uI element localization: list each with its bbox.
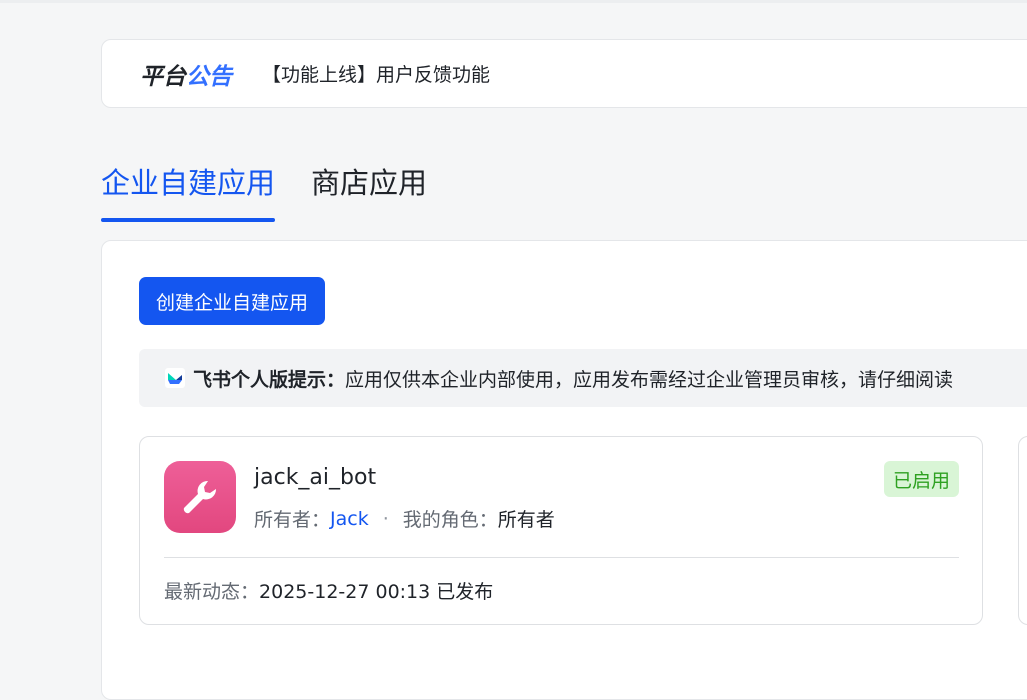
apps-panel: 创建企业自建应用 飞书个人版提示： 应用仅供本企业内部使用，应用发布需经过企业管… <box>101 240 1027 700</box>
announcement-title: 平台公告 <box>140 57 232 91</box>
create-app-button[interactable]: 创建企业自建应用 <box>139 277 326 325</box>
app-name[interactable]: jack_ai_bot <box>254 465 376 490</box>
latest-activity: 最新动态：2025-12-27 00:13 已发布 <box>164 577 493 604</box>
top-edge <box>0 0 1027 3</box>
tip-banner: 飞书个人版提示： 应用仅供本企业内部使用，应用发布需经过企业管理员审核，请仔细阅… <box>139 349 1027 407</box>
role-label: 我的角色： <box>402 509 498 531</box>
owner-label: 所有者： <box>254 509 331 531</box>
card-divider <box>164 557 959 558</box>
tab-enterprise-apps[interactable]: 企业自建应用 <box>101 160 276 222</box>
app-card-next[interactable] <box>1018 436 1027 625</box>
app-card[interactable]: jack_ai_bot 所有者： Jack · 我的角色： 所有者 已启用 最新… <box>139 436 983 625</box>
announcement-text[interactable]: 【功能上线】用户反馈功能 <box>262 60 490 87</box>
app-meta: 所有者： Jack · 我的角色： 所有者 <box>254 505 555 532</box>
announcement-title-part1: 平台 <box>140 63 186 90</box>
activity-value: 2025-12-27 00:13 已发布 <box>259 581 494 603</box>
announcement-title-part2: 公告 <box>186 63 232 90</box>
announcement-bar[interactable]: 平台公告 【功能上线】用户反馈功能 <box>101 39 1027 108</box>
meta-separator: · <box>382 507 389 530</box>
wrench-icon <box>164 461 236 533</box>
feishu-logo-icon <box>165 368 185 388</box>
tip-text: 应用仅供本企业内部使用，应用发布需经过企业管理员审核，请仔细阅读 <box>345 368 954 391</box>
owner-link[interactable]: Jack <box>330 508 369 530</box>
role-value: 所有者 <box>497 509 555 531</box>
tab-store-apps[interactable]: 商店应用 <box>311 160 427 222</box>
activity-label: 最新动态： <box>164 581 260 603</box>
status-badge: 已启用 <box>883 461 959 497</box>
app-type-tabs: 企业自建应用 商店应用 <box>101 160 427 222</box>
tip-label: 飞书个人版提示： <box>193 368 346 391</box>
